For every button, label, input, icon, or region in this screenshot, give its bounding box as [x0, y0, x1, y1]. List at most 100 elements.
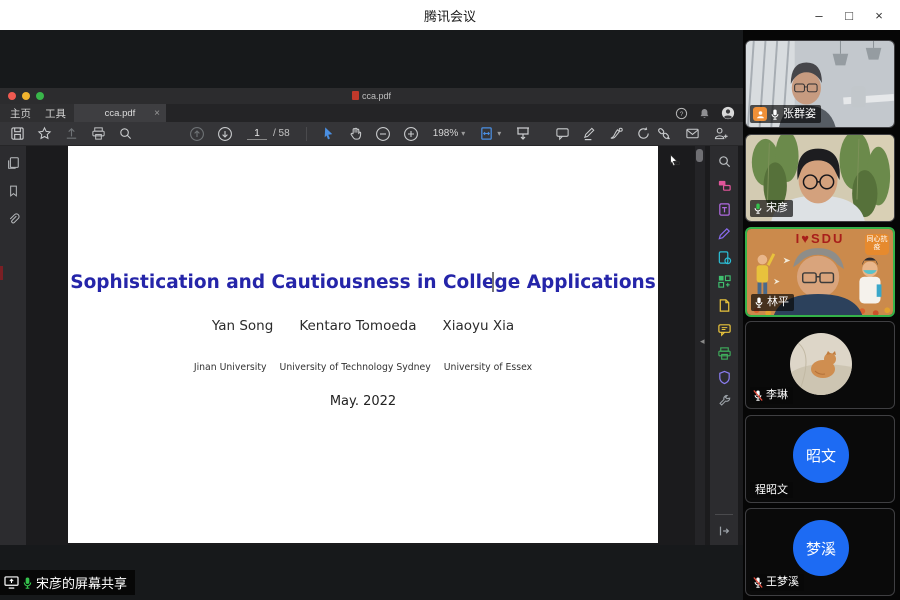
chevron-down-icon: ▾ — [497, 129, 501, 138]
rail-settings-icon[interactable] — [717, 394, 732, 409]
participant-namebar: 宋彦 — [750, 200, 793, 217]
author: Yan Song — [212, 318, 273, 334]
author: Xiaoyu Xia — [443, 318, 515, 334]
participant-namebar: 王梦溪 — [750, 574, 804, 591]
tabbar-right-icons: ? — [675, 104, 735, 122]
affiliation: University of Technology Sydney — [280, 362, 431, 373]
slide-date: May. 2022 — [68, 394, 658, 409]
affiliation: University of Essex — [444, 362, 532, 373]
slide-affiliations: Jinan University University of Technolog… — [68, 362, 658, 373]
rail-convert-icon[interactable] — [717, 202, 732, 217]
page-thumbnails-icon[interactable] — [6, 156, 20, 170]
bookmark-icon[interactable] — [7, 184, 20, 198]
slide-title: Sophistication and Cautiousness in Colle… — [68, 272, 658, 293]
participant-tile-lilin[interactable]: 李琳 — [745, 321, 895, 409]
save-icon[interactable] — [10, 126, 25, 141]
text-cursor — [492, 272, 494, 292]
rotate-pages-icon[interactable] — [636, 126, 651, 141]
pdf-window-titlebar: cca.pdf — [0, 88, 743, 104]
screen-share-icon — [4, 576, 19, 589]
rail-organize-pages-icon[interactable] — [717, 178, 732, 193]
zoom-in-icon[interactable] — [403, 126, 419, 142]
tab-home[interactable]: 主页 — [10, 106, 31, 121]
hand-tool-icon[interactable] — [348, 126, 363, 141]
mail-icon[interactable] — [685, 126, 700, 141]
mic-muted-icon — [753, 576, 763, 589]
participant-tile-wangmengxi[interactable]: 梦溪 王梦溪 — [745, 508, 895, 596]
participant-name: 程昭文 — [755, 484, 788, 496]
fit-page-dropdown[interactable]: ▾ — [479, 126, 501, 141]
participant-tile-zhangqunzi[interactable]: 张群姿 — [745, 40, 895, 128]
close-button[interactable]: × — [864, 0, 894, 30]
svg-text:?: ? — [680, 110, 684, 117]
participant-name: 宋彦 — [766, 202, 788, 214]
window-titlebar: 腾讯会议 – □ × — [0, 0, 900, 31]
menu-tabs: 主页 工具 — [0, 104, 74, 122]
print-icon[interactable] — [91, 126, 106, 141]
rail-edit-icon[interactable] — [717, 226, 732, 241]
favorite-star-icon[interactable] — [37, 126, 52, 141]
avatar — [790, 333, 852, 395]
tab-tools[interactable]: 工具 — [45, 106, 66, 121]
add-user-icon[interactable] — [714, 126, 729, 141]
minimize-button[interactable]: – — [804, 0, 834, 30]
tab-close-icon[interactable]: × — [154, 108, 160, 119]
mic-icon — [754, 296, 764, 309]
previous-page-icon[interactable] — [189, 126, 205, 142]
mic-muted-icon — [753, 389, 763, 402]
select-tool-icon[interactable] — [321, 126, 336, 141]
rail-create-pdf-icon[interactable] — [717, 298, 732, 313]
avatar: 昭文 — [793, 427, 849, 483]
link-icon[interactable] — [656, 126, 671, 141]
author: Kentaro Tomoeda — [299, 318, 416, 334]
zoom-level-dropdown[interactable]: 198% ▾ — [433, 128, 466, 139]
window-title: 腾讯会议 — [424, 6, 476, 25]
participant-name: 张群姿 — [783, 108, 816, 120]
affiliation: Jinan University — [194, 362, 267, 373]
avatar: 梦溪 — [793, 520, 849, 576]
tab-document[interactable]: cca.pdf × — [74, 104, 166, 122]
participant-namebar: 林平 — [751, 294, 794, 311]
mic-active-icon — [753, 202, 763, 215]
red-edge-artifact — [0, 266, 3, 280]
zoom-out-icon[interactable] — [375, 126, 391, 142]
pdf-toolbar: 1 / 58 198% ▾ ▾ — [0, 122, 743, 146]
account-icon[interactable] — [721, 106, 735, 120]
pdf-right-panel — [710, 146, 738, 545]
next-page-icon[interactable] — [217, 126, 233, 142]
maximize-button[interactable]: □ — [834, 0, 864, 30]
participant-namebar: 李琳 — [750, 387, 793, 404]
rail-print-icon[interactable] — [717, 346, 732, 361]
participant-name: 李琳 — [766, 389, 788, 401]
pdf-tab-bar: 主页 工具 cca.pdf × ? — [0, 104, 743, 122]
rail-ocr-icon[interactable] — [717, 250, 732, 265]
participant-tile-chengzhaowen[interactable]: 昭文 程昭文 — [745, 415, 895, 503]
participant-tile-songyan[interactable]: 宋彦 — [745, 134, 895, 222]
help-icon[interactable]: ? — [675, 107, 688, 120]
scrollbar-thumb[interactable] — [696, 149, 703, 162]
screen-share-banner: 宋彦的屏幕共享 — [0, 570, 135, 595]
presentation-icon[interactable] — [515, 126, 531, 142]
pdf-page: Sophistication and Cautiousness in Colle… — [68, 146, 658, 543]
share-upload-icon[interactable] — [64, 126, 79, 141]
notification-bell-icon[interactable] — [698, 107, 711, 120]
participant-tile-linping[interactable]: I♥SDU 同心抗疫 林平 — [745, 227, 895, 317]
signature-icon[interactable] — [609, 126, 624, 141]
panel-collapse-icon[interactable]: ◂ — [700, 336, 705, 347]
rail-collapse-icon[interactable] — [717, 524, 731, 538]
rail-search-icon[interactable] — [717, 154, 732, 169]
fit-page-icon — [479, 126, 494, 141]
highlight-pen-icon[interactable] — [582, 126, 597, 141]
shared-screen: cca.pdf 主页 工具 cca.pdf × ? — [0, 30, 743, 600]
slide-authors: Yan Song Kentaro Tomoeda Xiaoyu Xia — [68, 318, 658, 334]
pdf-file-icon — [352, 91, 359, 100]
search-icon[interactable] — [118, 126, 133, 141]
page-number-input[interactable]: 1 — [247, 128, 267, 140]
rail-comment-icon[interactable] — [717, 322, 732, 337]
rail-protect-icon[interactable] — [717, 370, 732, 385]
comment-icon[interactable] — [555, 126, 570, 141]
meeting-window: 腾讯会议 – □ × cca.pdf 主页 工具 cc — [0, 0, 900, 600]
rail-combine-icon[interactable] — [717, 274, 732, 289]
attachment-icon[interactable] — [7, 212, 20, 226]
pdf-window-title: cca.pdf — [0, 91, 743, 101]
